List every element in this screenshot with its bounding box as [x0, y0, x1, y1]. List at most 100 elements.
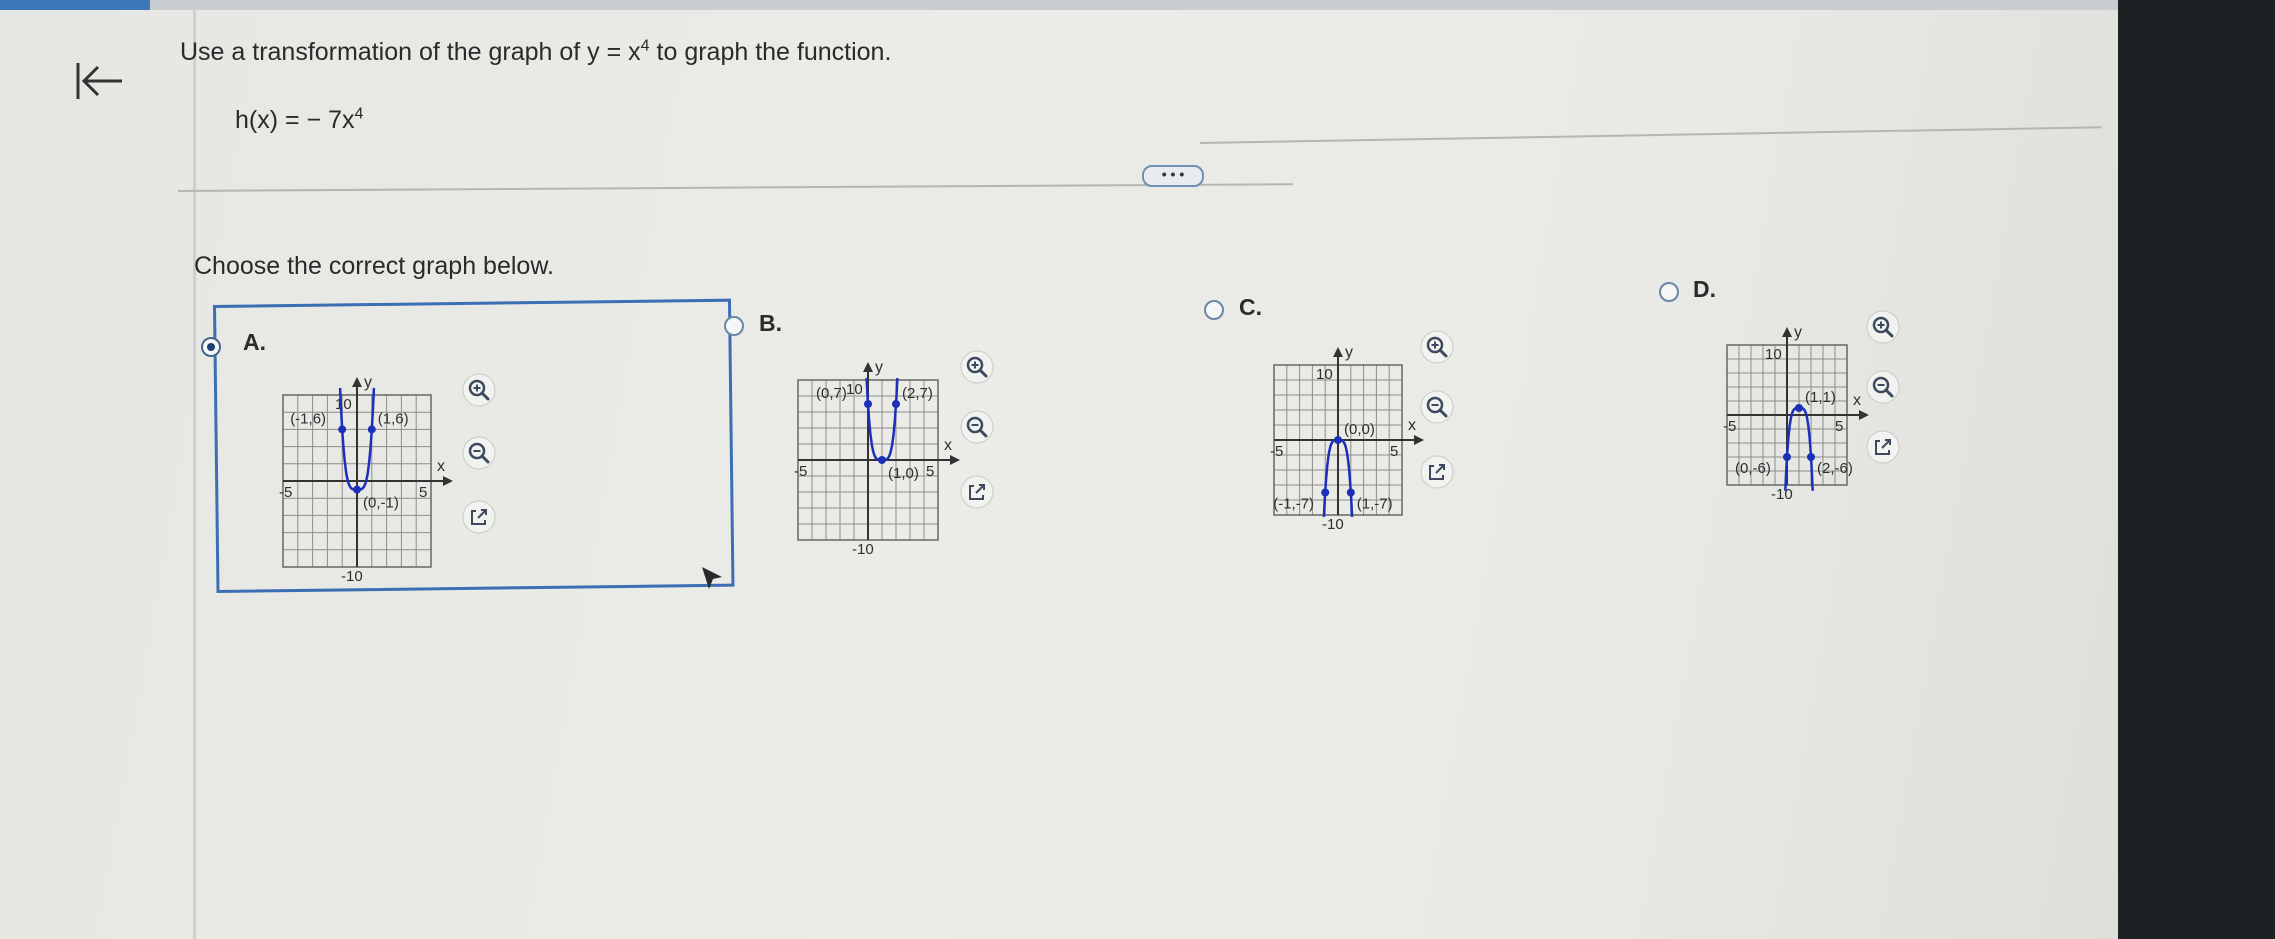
graph-point [1346, 488, 1355, 497]
radio-option-a[interactable] [201, 337, 221, 357]
point-label: (-1,6) [290, 410, 326, 427]
top-bar-accent [0, 0, 150, 10]
graph-svg: y x 10 -10 -5 5 (0,0) (-1,-7) (1,-7) [1270, 344, 1424, 533]
zoom-out-button-b[interactable] [960, 410, 994, 444]
graph-svg: y x 10 -10 -5 5 (-1,6) (1,6) (0,-1) [279, 374, 453, 585]
zoom-out-button-c[interactable] [1420, 390, 1454, 424]
point-label: (1,6) [378, 410, 409, 427]
zoom-in-button-c[interactable] [1420, 330, 1454, 364]
divider [178, 183, 1293, 192]
open-window-icon [1420, 455, 1454, 489]
zoom-out-icon [1420, 390, 1454, 424]
zoom-in-button-d[interactable] [1866, 310, 1900, 344]
option-label-a: A. [243, 329, 266, 355]
y-min-tick-label: -10 [1322, 516, 1344, 533]
y-max-tick-label: 10 [846, 381, 863, 398]
graph-option-a: y x 10 -10 -5 5 (-1,6) (1,6) (0,-1) [263, 374, 453, 585]
question-exponent: 4 [640, 37, 650, 55]
x-max-tick-label: 5 [1835, 418, 1843, 435]
point-label: (0,-1) [363, 495, 399, 512]
function-expression: h(x) = − 7x [235, 106, 355, 134]
zoom-out-icon [462, 436, 496, 470]
radio-option-c[interactable] [1204, 300, 1224, 320]
point-label: (2,7) [902, 385, 933, 402]
back-to-start-button[interactable] [68, 55, 128, 110]
graph-point [864, 400, 872, 408]
graph-svg: y x 10 -10 -5 5 (1,1) (0,-6) (2,-6) [1723, 324, 1869, 503]
zoom-out-button-a[interactable] [462, 436, 496, 470]
divider [1200, 126, 2102, 144]
option-label-b: B. [759, 310, 782, 336]
y-min-tick-label: -10 [1771, 486, 1793, 503]
y-max-tick-label: 10 [1765, 346, 1782, 363]
app-window: Use a transformation of the graph of y =… [0, 0, 2118, 939]
open-in-window-button-d[interactable] [1866, 430, 1900, 464]
top-bar [0, 0, 2118, 10]
graph-option-d: y x 10 -10 -5 5 (1,1) (0,-6) (2,-6) [1707, 324, 1869, 503]
question-suffix: to graph the function. [649, 38, 892, 66]
zoom-in-icon [1866, 310, 1900, 344]
instruction-text: Choose the correct graph below. [194, 252, 554, 280]
graph-point [353, 485, 361, 494]
function-text: h(x) = − 7x4 [235, 106, 363, 135]
point-label: (1,1) [1805, 389, 1836, 406]
x-axis-label: x [1408, 417, 1416, 434]
radio-option-d[interactable] [1659, 282, 1679, 302]
x-min-tick-label: -5 [1270, 443, 1283, 460]
back-arrow-icon [76, 63, 122, 99]
option-label-d: D. [1693, 276, 1716, 302]
graph-point [1321, 488, 1330, 497]
zoom-in-button-b[interactable] [960, 350, 994, 384]
point-label: (-1,-7) [1273, 496, 1314, 513]
zoom-out-button-d[interactable] [1866, 370, 1900, 404]
zoom-in-button-a[interactable] [462, 373, 496, 407]
graph-point [892, 400, 900, 408]
open-window-icon [1866, 430, 1900, 464]
graph-point [1795, 404, 1803, 412]
y-axis-label: y [1794, 324, 1802, 341]
point-label: (2,-6) [1817, 460, 1853, 477]
mouse-cursor-icon [702, 567, 722, 589]
x-axis-label: x [1853, 392, 1861, 409]
x-axis-label: x [944, 437, 952, 454]
open-window-icon [960, 475, 994, 509]
zoom-in-icon [1420, 330, 1454, 364]
graph-point [878, 456, 886, 464]
x-max-tick-label: 5 [419, 484, 427, 501]
open-in-window-button-c[interactable] [1420, 455, 1454, 489]
y-min-tick-label: -10 [852, 541, 874, 558]
x-min-tick-label: -5 [279, 484, 292, 501]
graph-point [338, 425, 347, 434]
open-in-window-button-a[interactable] [462, 500, 496, 534]
question-prefix: Use a transformation of the graph of y =… [180, 38, 641, 66]
radio-option-b[interactable] [724, 316, 744, 336]
graph-option-b: y x 10 -10 -5 5 (0,7) (2,7) (1,0) [778, 359, 960, 558]
y-axis-label: y [364, 374, 372, 391]
x-min-tick-label: -5 [794, 463, 807, 480]
point-label: (0,0) [1344, 421, 1375, 438]
open-in-window-button-b[interactable] [960, 475, 994, 509]
x-min-tick-label: -5 [1723, 418, 1736, 435]
y-max-tick-label: 10 [1316, 366, 1333, 383]
point-label: (0,7) [816, 385, 847, 402]
point-label: (1,0) [888, 465, 919, 482]
y-axis-label: y [875, 359, 883, 376]
more-button[interactable]: • • • [1142, 165, 1204, 187]
zoom-out-icon [1866, 370, 1900, 404]
graph-point [1334, 436, 1342, 444]
question-text: Use a transformation of the graph of y =… [180, 38, 891, 67]
zoom-in-icon [462, 373, 496, 407]
function-exponent: 4 [354, 105, 364, 123]
point-label: (1,-7) [1357, 496, 1393, 513]
graph-point [1783, 453, 1791, 461]
x-max-tick-label: 5 [1390, 443, 1398, 460]
y-max-tick-label: 10 [335, 396, 352, 413]
zoom-in-icon [960, 350, 994, 384]
y-axis-label: y [1345, 344, 1353, 361]
open-window-icon [462, 500, 496, 534]
left-rail [193, 10, 196, 939]
point-label: (0,-6) [1735, 460, 1771, 477]
graph-point [367, 425, 376, 434]
graph-point [1807, 453, 1815, 461]
x-max-tick-label: 5 [926, 463, 934, 480]
